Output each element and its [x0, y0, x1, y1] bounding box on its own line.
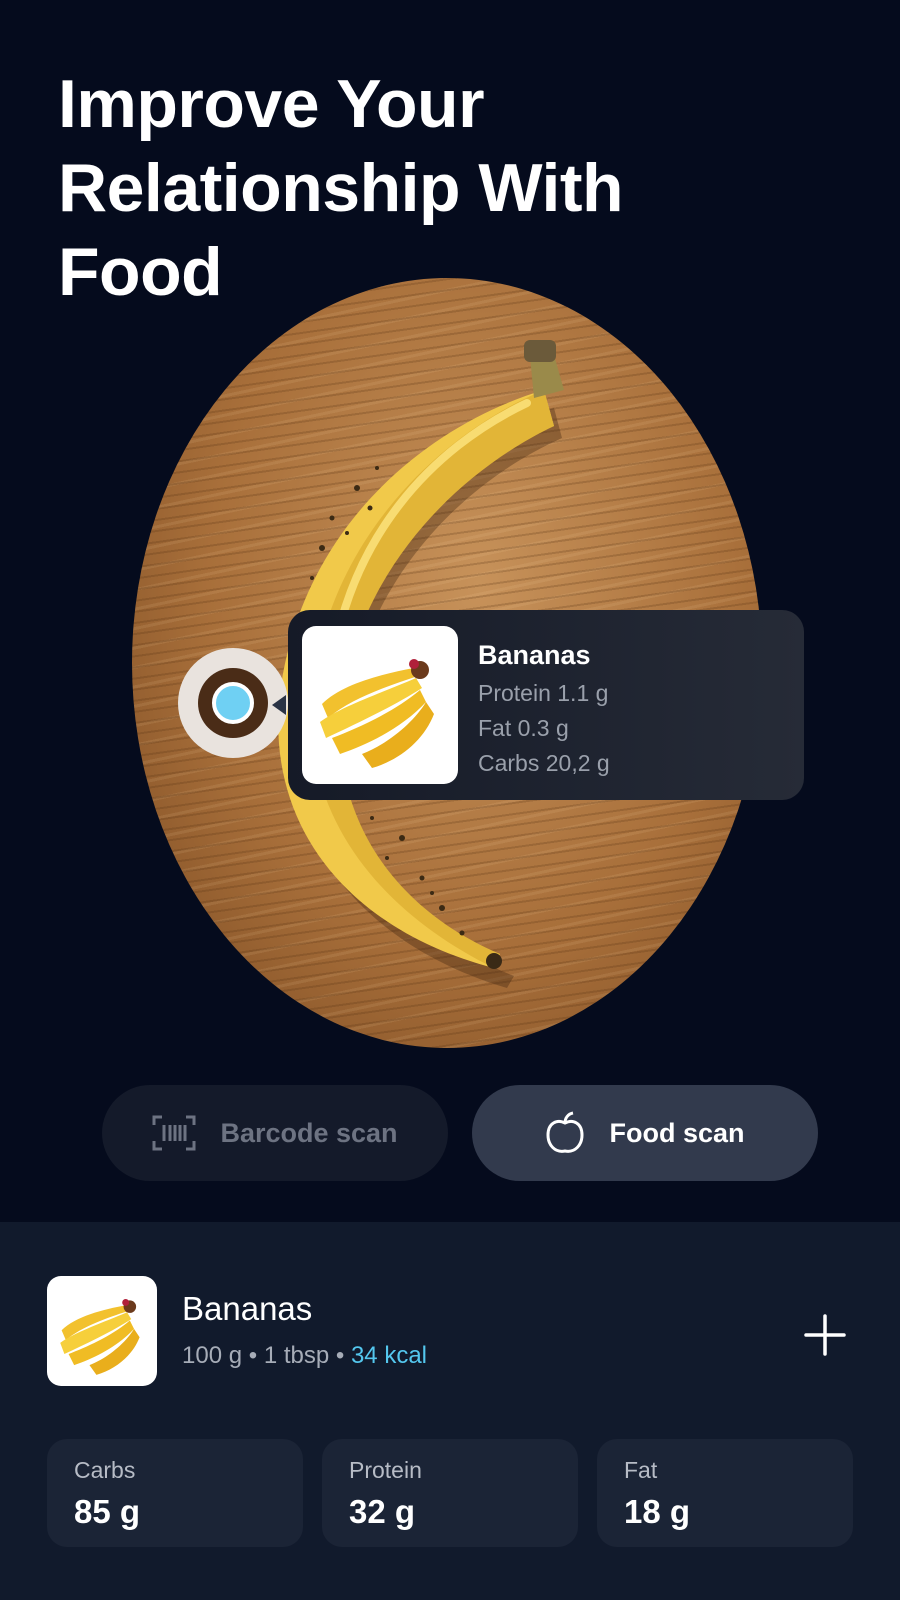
page-headline: Improve Your Relationship With Food [58, 62, 758, 314]
popup-pointer [272, 695, 286, 715]
meta-separator: • [248, 1342, 258, 1369]
macro-label: Protein [349, 1457, 422, 1483]
popup-protein: Protein 1.1 g [478, 680, 609, 706]
macro-label: Carbs [74, 1457, 136, 1483]
item-kcal: 34 kcal [350, 1342, 427, 1369]
food-scan-label: Food scan [609, 1117, 745, 1148]
add-food-button[interactable] [800, 1310, 850, 1360]
plus-icon [804, 1314, 846, 1356]
popup-fat: Fat 0.3 g [478, 715, 569, 741]
item-meta: 100 g • 1 tbsp • 34 kcal [182, 1342, 427, 1370]
barcode-scan-button[interactable]: Barcode scan [102, 1085, 448, 1181]
barcode-scan-label: Barcode scan [220, 1117, 398, 1148]
food-scan-button[interactable]: Food scan [472, 1085, 818, 1181]
headline-line: Relationship With [58, 150, 624, 226]
headline-line: Improve Your [58, 66, 485, 142]
food-recognition-card[interactable]: Bananas Protein 1.1 g Fat 0.3 g Carbs 20… [288, 610, 804, 800]
popup-food-name: Bananas [478, 640, 591, 670]
item-portion: 1 tbsp [263, 1342, 330, 1369]
bananas-thumbnail-icon [47, 1276, 157, 1386]
macro-card-carbs: Carbs 85 g [47, 1439, 303, 1547]
barcode-scan-icon [152, 1113, 196, 1153]
macro-value: 32 g [349, 1493, 416, 1530]
item-weight: 100 g [182, 1342, 243, 1369]
macro-value: 85 g [74, 1493, 141, 1530]
macro-label: Fat [624, 1457, 658, 1483]
macro-value: 18 g [624, 1493, 691, 1530]
item-name: Bananas [182, 1290, 313, 1327]
apple-icon [545, 1111, 585, 1155]
macro-card-fat: Fat 18 g [597, 1439, 853, 1547]
scan-target-dot [212, 682, 254, 724]
food-detail-sheet: Bananas 100 g • 1 tbsp • 34 kcal Carbs 8… [0, 1222, 900, 1600]
meta-separator: • [335, 1342, 345, 1369]
bananas-bunch-icon [302, 626, 458, 784]
popup-carbs: Carbs 20,2 g [478, 750, 610, 776]
macro-card-protein: Protein 32 g [322, 1439, 578, 1547]
